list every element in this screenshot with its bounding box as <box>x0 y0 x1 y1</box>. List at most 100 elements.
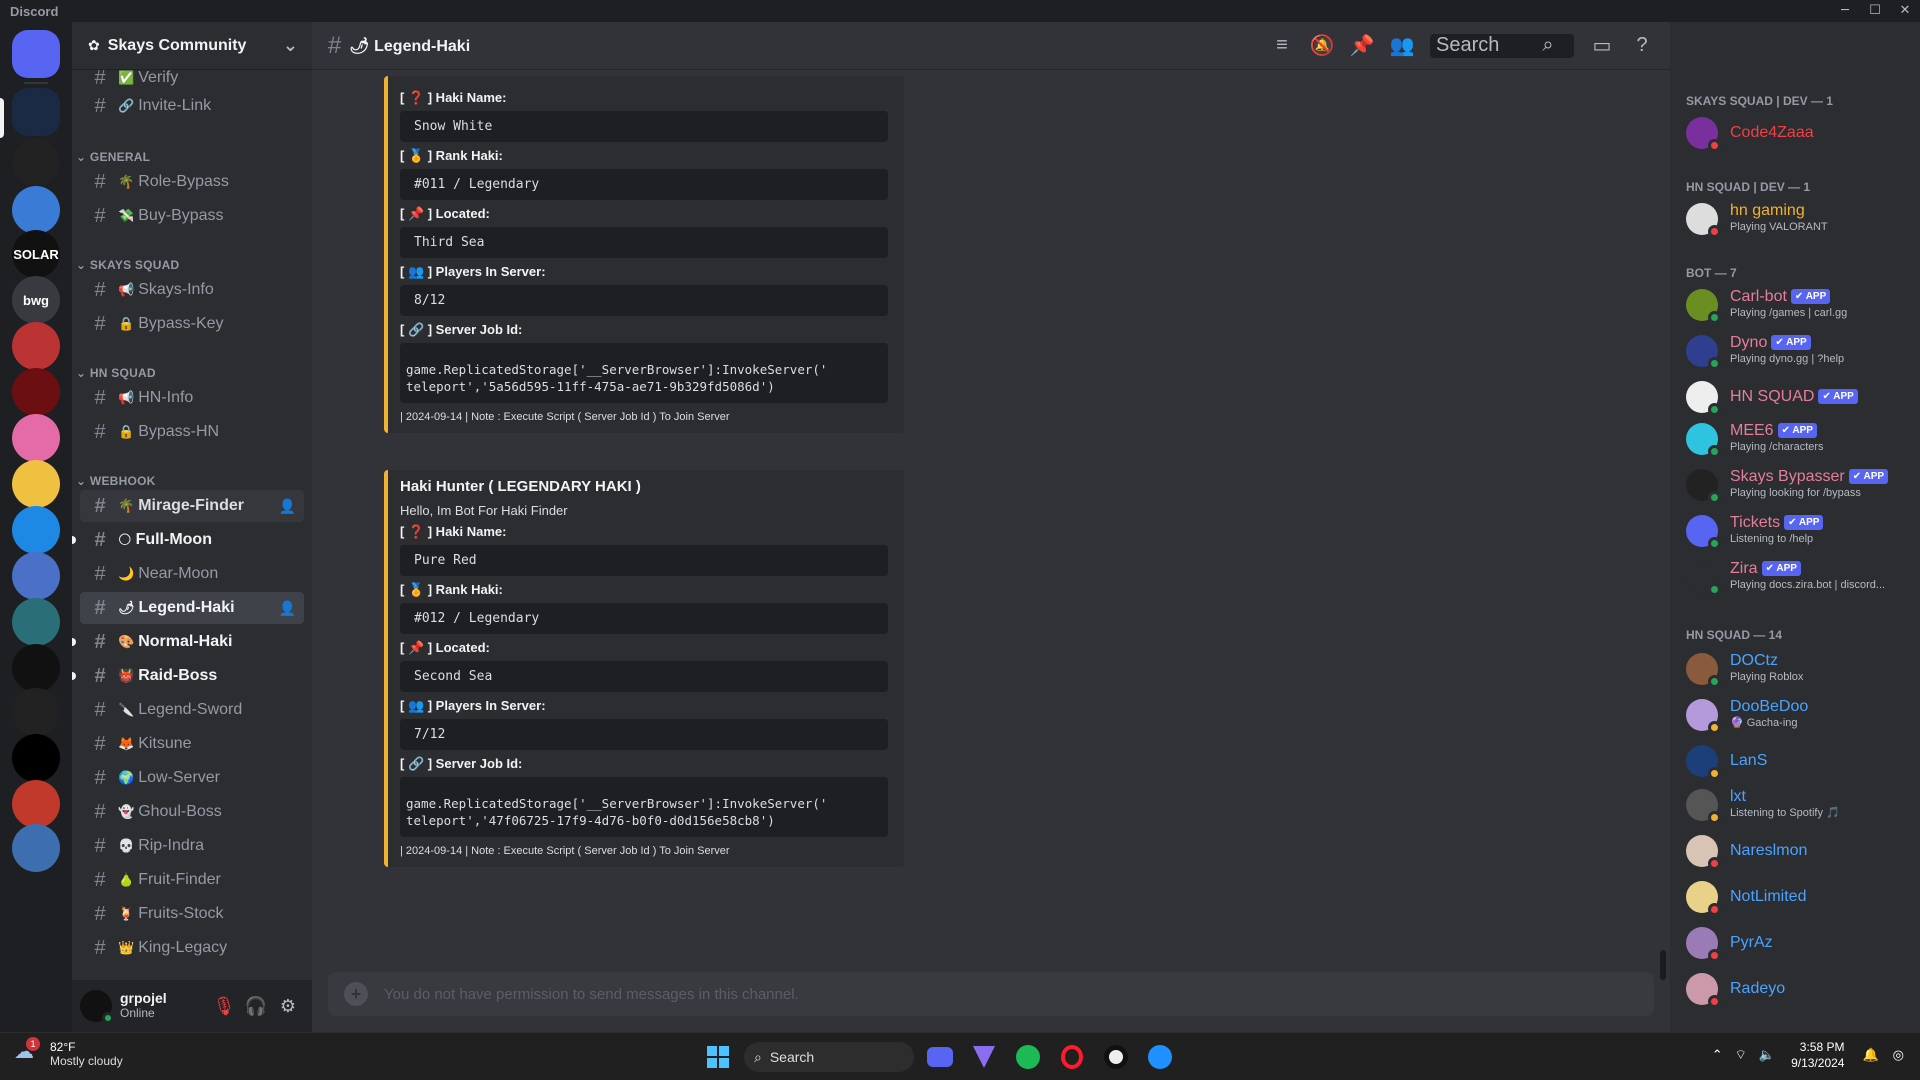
channel-low-server[interactable]: # 🌍 Low-Server <box>80 762 304 794</box>
server-icon-guild-16[interactable] <box>12 780 60 828</box>
member-item[interactable]: DOCtz Playing Roblox <box>1678 648 1912 690</box>
add-member-icon[interactable]: 👤 <box>279 600 296 617</box>
channel-buy-bypass[interactable]: # 💸 Buy-Bypass <box>80 200 304 232</box>
scrollbar[interactable] <box>1658 70 1666 980</box>
server-icon-guild-10[interactable] <box>12 506 60 554</box>
member-item[interactable]: MEE6 ✔ APP Playing /characters <box>1678 418 1912 460</box>
server-icon-guild-13[interactable] <box>12 644 60 692</box>
maximize-button[interactable]: ☐ <box>1860 0 1890 22</box>
inbox-icon[interactable]: ▭ <box>1582 33 1622 58</box>
channel-king-legacy[interactable]: # 👑 King-Legacy <box>80 932 304 964</box>
xbox-icon[interactable] <box>1094 1039 1138 1075</box>
server-icon-guild-11[interactable] <box>12 552 60 600</box>
server-icon-guild-1[interactable] <box>12 88 60 136</box>
server-icon-guild-3[interactable] <box>12 186 60 234</box>
member-item[interactable]: DooBeDoo 🔮 Gacha-ing <box>1678 694 1912 736</box>
server-job-code[interactable]: game.ReplicatedStorage['__ServerBrowser'… <box>400 343 888 403</box>
server-icon-guild-2[interactable] <box>12 138 60 186</box>
volume-icon[interactable]: 🔈 <box>1759 1047 1775 1063</box>
channel-fruit-finder[interactable]: # 🍐 Fruit-Finder <box>80 864 304 896</box>
clock[interactable]: 3:58 PM 9/13/2024 <box>1791 1039 1844 1071</box>
channel-legend-sword[interactable]: # 🔪 Legend-Sword <box>80 694 304 726</box>
member-item[interactable]: LanS <box>1678 740 1912 782</box>
pin-icon[interactable]: 📌 <box>1342 33 1382 58</box>
server-icon-guild-15[interactable] <box>12 734 60 782</box>
member-item[interactable]: Code4Zaaa <box>1678 112 1912 154</box>
category-webhook[interactable]: ⌄ WEBHOOK <box>72 474 312 488</box>
category-hn-squad[interactable]: ⌄ HN SQUAD <box>72 366 312 380</box>
channel-fruits-stock[interactable]: # 🍹 Fruits-Stock <box>80 898 304 930</box>
server-icon-guild-solara[interactable] <box>12 688 60 736</box>
channel-rip-indra[interactable]: # 💀 Rip-Indra <box>80 830 304 862</box>
message-composer[interactable]: + You do not have permission to send mes… <box>328 972 1654 1016</box>
messenger-icon[interactable] <box>1138 1039 1182 1075</box>
notification-bell-icon[interactable]: 🔔 <box>1862 1047 1878 1063</box>
add-member-icon[interactable]: 👤 <box>279 498 296 515</box>
channel-label: Legend-Sword <box>138 701 243 718</box>
member-item[interactable]: HN SQUAD ✔ APP <box>1678 376 1912 418</box>
channel-invite-link[interactable]: # 🔗 Invite-Link <box>80 90 304 122</box>
notification-mute-icon[interactable]: 🔕 <box>1302 33 1342 58</box>
server-icon-guild-solar[interactable]: SOLAR <box>12 230 60 278</box>
weather-widget[interactable]: ☁ 1 82°F Mostly cloudy <box>14 1037 123 1069</box>
channel-legend-haki[interactable]: # 🌶 Legend-Haki 👤 <box>80 592 304 624</box>
server-icon-guild-eternal[interactable] <box>12 368 60 416</box>
channel-mirage-finder[interactable]: # 🌴 Mirage-Finder 👤 <box>80 490 304 522</box>
server-job-code[interactable]: game.ReplicatedStorage['__ServerBrowser'… <box>400 777 888 837</box>
server-icon-discord-home[interactable] <box>12 30 60 78</box>
gear-icon[interactable]: ⚙ <box>272 996 304 1017</box>
minimize-button[interactable]: ─ <box>1830 0 1860 22</box>
server-header[interactable]: ✿ Skays Community ⌄ <box>72 22 312 70</box>
channel-full-moon[interactable]: # 🌕 Full-Moon <box>72 524 304 556</box>
channel-bypass-hn[interactable]: # 🔒 Bypass-HN <box>80 416 304 448</box>
category-skays-squad[interactable]: ⌄ SKAYS SQUAD <box>72 258 312 272</box>
server-icon-guild-kuromi[interactable] <box>12 414 60 462</box>
chevron-up-icon[interactable]: ⌃ <box>1712 1047 1723 1063</box>
threads-icon[interactable]: ≡ <box>1262 34 1302 57</box>
channel-bypass-key[interactable]: # 🔒 Bypass-Key <box>80 308 304 340</box>
member-item[interactable]: Dyno ✔ APP Playing dyno.gg | ?help <box>1678 330 1912 372</box>
headphones-icon[interactable]: 🎧 <box>240 996 272 1017</box>
server-icon-guild-17[interactable] <box>12 824 60 872</box>
close-button[interactable]: ✕ <box>1890 0 1920 22</box>
discord-app-icon[interactable] <box>918 1039 962 1075</box>
wifi-icon[interactable]: ⌔ <box>1735 1047 1747 1063</box>
spotify-icon[interactable] <box>1006 1039 1050 1075</box>
server-icon-guild-9[interactable] <box>12 460 60 508</box>
member-item[interactable]: lxt Listening to Spotify 🎵 <box>1678 784 1912 826</box>
app-icon[interactable] <box>962 1039 1006 1075</box>
channel-kitsune[interactable]: # 🦊 Kitsune <box>80 728 304 760</box>
server-icon-guild-12[interactable] <box>12 598 60 646</box>
member-item[interactable]: Tickets ✔ APP Listening to /help <box>1678 510 1912 552</box>
help-icon[interactable]: ? <box>1622 34 1662 57</box>
taskbar-search[interactable]: ⌕ Search <box>744 1042 914 1072</box>
member-item[interactable]: Nareslmon <box>1678 830 1912 872</box>
channel-hn-info[interactable]: # 📢 HN-Info <box>80 382 304 414</box>
avatar[interactable] <box>80 990 114 1024</box>
member-item[interactable]: Skays Bypasser ✔ APP Playing looking for /… <box>1678 464 1912 506</box>
mic-muted-icon[interactable]: 🎙 <box>208 996 240 1017</box>
channel-near-moon[interactable]: # 🌙 Near-Moon <box>80 558 304 590</box>
member-item[interactable]: Carl-bot ✔ APP Playing /games | carl.gg <box>1678 284 1912 326</box>
add-attachment-icon[interactable]: + <box>344 982 368 1006</box>
member-list-icon[interactable]: 👥 <box>1382 33 1422 58</box>
channel-raid-boss[interactable]: # 👹 Raid-Boss <box>72 660 304 692</box>
user-info[interactable]: grpojel Online <box>120 991 208 1021</box>
search-input[interactable]: Search ⌕ <box>1430 33 1574 58</box>
channel-skays-info[interactable]: # 📢 Skays-Info <box>80 274 304 306</box>
member-item[interactable]: Radeyo <box>1678 968 1912 1010</box>
member-item[interactable]: PyrAz <box>1678 922 1912 964</box>
scrollbar-thumb[interactable] <box>1660 950 1666 980</box>
channel-ghoul-boss[interactable]: # 👻 Ghoul-Boss <box>80 796 304 828</box>
server-icon-guild-6[interactable] <box>12 322 60 370</box>
category-general[interactable]: ⌄ GENERAL <box>72 150 312 164</box>
member-item[interactable]: NotLimited <box>1678 876 1912 918</box>
windows-start-icon[interactable] <box>696 1039 740 1075</box>
channel-normal-haki[interactable]: # 🎨 Normal-Haki <box>72 626 304 658</box>
member-item[interactable]: hn gaming Playing VALORANT <box>1678 198 1912 240</box>
member-item[interactable]: Zira ✔ APP Playing docs.zira.bot | discord… <box>1678 556 1912 598</box>
channel-role-bypass[interactable]: # 🌴 Role-Bypass <box>80 166 304 198</box>
server-icon-guild-bwg[interactable]: bwg <box>12 276 60 324</box>
opera-icon[interactable] <box>1050 1039 1094 1075</box>
copilot-icon[interactable]: ◎ <box>1893 1047 1904 1063</box>
